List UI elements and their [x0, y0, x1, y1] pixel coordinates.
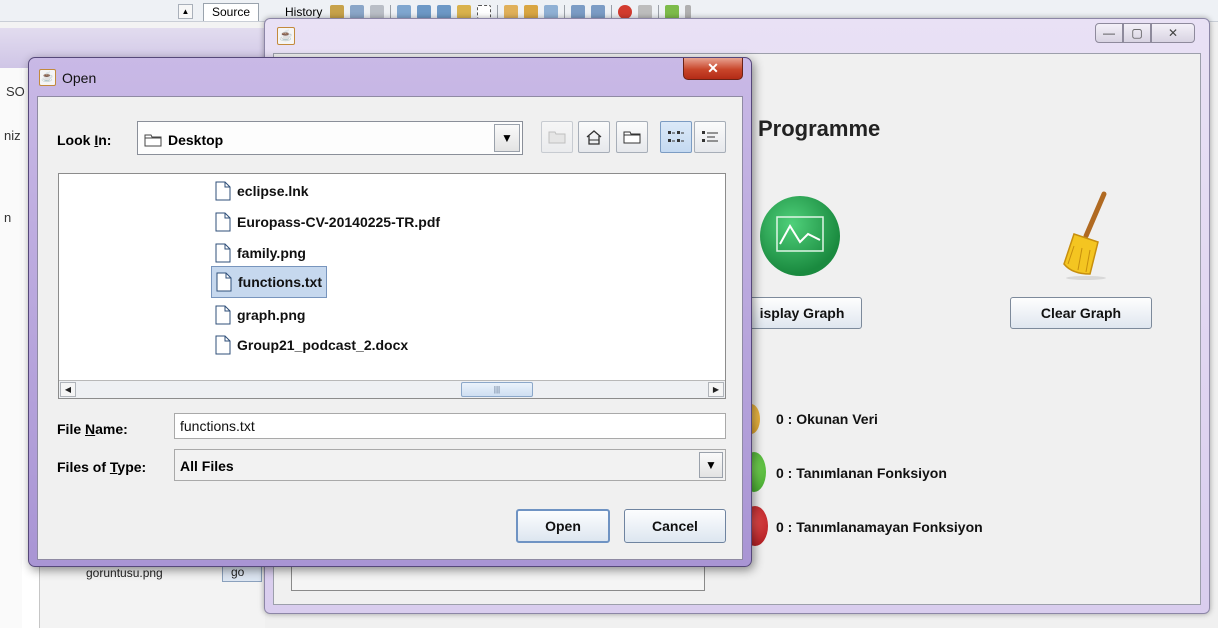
files-of-type-value: All Files — [180, 458, 234, 474]
scroll-up-arrow-icon[interactable]: ▲ — [178, 4, 193, 19]
tab-source[interactable]: Source — [203, 3, 260, 21]
display-graph-button[interactable]: isplay Graph — [742, 297, 862, 329]
file-name: Group21_podcast_2.docx — [237, 337, 409, 353]
java-icon: ☕ — [39, 69, 56, 86]
find-next-icon[interactable] — [437, 4, 451, 19]
files-of-type-dropdown[interactable]: All Files ▼ — [174, 449, 726, 481]
chevron-down-icon[interactable]: ▼ — [494, 124, 520, 152]
scroll-right-icon[interactable]: ▶ — [708, 382, 724, 397]
up-one-level-button[interactable] — [541, 121, 573, 153]
file-icon — [215, 212, 231, 232]
list-view-button[interactable] — [660, 121, 692, 153]
file-name: functions.txt — [238, 274, 322, 290]
next-bookmark-icon[interactable] — [524, 4, 538, 19]
bookmark-icon[interactable] — [504, 4, 518, 19]
horizontal-scrollbar[interactable]: ◀ ||| ▶ — [59, 380, 725, 398]
editor-toolbar — [330, 4, 970, 19]
status-defined-functions: 0 : Tanımlanan Fonksiyon — [776, 465, 947, 481]
shift-right-icon[interactable] — [591, 4, 605, 19]
close-button[interactable]: ✕ — [1151, 23, 1195, 43]
open-button[interactable]: Open — [516, 509, 610, 543]
details-view-button[interactable] — [694, 121, 726, 153]
new-folder-button[interactable] — [616, 121, 648, 153]
status-undefined-functions: 0 : Tanımlanamayan Fonksiyon — [776, 519, 983, 535]
dialog-title: Open — [62, 70, 97, 86]
file-icon — [215, 181, 231, 201]
file-name-field[interactable] — [174, 413, 726, 439]
select-icon[interactable] — [477, 4, 491, 19]
ide-fragment-text: niz — [4, 128, 21, 143]
back-icon[interactable] — [350, 4, 364, 19]
ide-fragment-text: SO — [6, 84, 25, 99]
list-item[interactable]: family.png — [211, 240, 310, 266]
last-edit-icon[interactable] — [330, 4, 344, 19]
toolbar-separator — [390, 4, 391, 19]
file-list[interactable]: eclipse.lnk Europass-CV-20140225-TR.pdf … — [58, 173, 726, 399]
file-name: family.png — [237, 245, 306, 261]
toolbar-separator — [658, 4, 659, 19]
find-icon[interactable] — [397, 4, 411, 19]
broom-icon — [1052, 190, 1122, 290]
list-view-icon — [668, 131, 684, 142]
file-icon — [215, 305, 231, 325]
comment-icon[interactable] — [665, 4, 679, 19]
cancel-button[interactable]: Cancel — [624, 509, 726, 543]
minimize-button[interactable]: — — [1095, 23, 1123, 43]
list-item[interactable]: graph.png — [211, 302, 309, 328]
folder-up-icon — [548, 131, 566, 144]
status-read-data: 0 : Okunan Veri — [776, 411, 878, 427]
look-in-value: Desktop — [168, 132, 224, 148]
toolbar-separator — [497, 4, 498, 19]
look-in-label: Look In: — [57, 132, 112, 148]
ide-fragment-text: n — [4, 210, 12, 225]
record-macro-icon[interactable] — [618, 4, 632, 19]
list-item-selected[interactable]: functions.txt — [211, 266, 327, 298]
file-name: eclipse.lnk — [237, 183, 309, 199]
file-name: graph.png — [237, 307, 306, 323]
dialog-close-button[interactable]: ✕ — [683, 58, 743, 80]
chevron-down-icon[interactable]: ▼ — [699, 452, 723, 478]
toggle-highlight-icon[interactable] — [457, 4, 471, 19]
file-icon — [215, 335, 231, 355]
graph-icon — [760, 196, 840, 276]
details-view-icon — [702, 131, 718, 142]
toolbar-overflow-icon[interactable] — [685, 4, 691, 19]
list-item[interactable]: Europass-CV-20140225-TR.pdf — [211, 209, 444, 235]
stop-macro-icon[interactable] — [638, 4, 652, 19]
file-name-label: File Name: — [57, 421, 128, 437]
file-name: Europass-CV-20140225-TR.pdf — [237, 214, 441, 230]
clear-graph-button[interactable]: Clear Graph — [1010, 297, 1152, 329]
maximize-button[interactable]: ▢ — [1123, 23, 1151, 43]
home-icon — [586, 130, 602, 145]
files-of-type-label: Files of Type: — [57, 459, 147, 475]
shift-left-icon[interactable] — [571, 4, 585, 19]
file-icon — [215, 243, 231, 263]
list-item[interactable]: Group21_podcast_2.docx — [211, 332, 412, 358]
scrollbar-thumb[interactable]: ||| — [461, 382, 533, 397]
window-controls: — ▢ ✕ — [1095, 23, 1195, 43]
folder-icon — [144, 133, 162, 150]
java-icon: ☕ — [277, 27, 295, 45]
list-item[interactable]: eclipse.lnk — [211, 178, 313, 204]
find-previous-icon[interactable] — [417, 4, 431, 19]
toolbar-separator — [611, 4, 612, 19]
scroll-left-icon[interactable]: ◀ — [60, 382, 76, 397]
forward-icon[interactable] — [370, 4, 384, 19]
page-title: Programme — [758, 116, 881, 141]
open-dialog: ☕ Open ✕ Look In: Desktop ▼ eclipse.lnk … — [28, 57, 752, 567]
file-icon — [216, 272, 232, 292]
look-in-dropdown[interactable]: Desktop ▼ — [137, 121, 523, 155]
new-folder-icon — [623, 131, 641, 144]
toolbar-separator — [564, 4, 565, 19]
home-button[interactable] — [578, 121, 610, 153]
prev-bookmark-icon[interactable] — [544, 4, 558, 19]
dialog-body: Look In: Desktop ▼ eclipse.lnk Europass-… — [37, 96, 743, 560]
